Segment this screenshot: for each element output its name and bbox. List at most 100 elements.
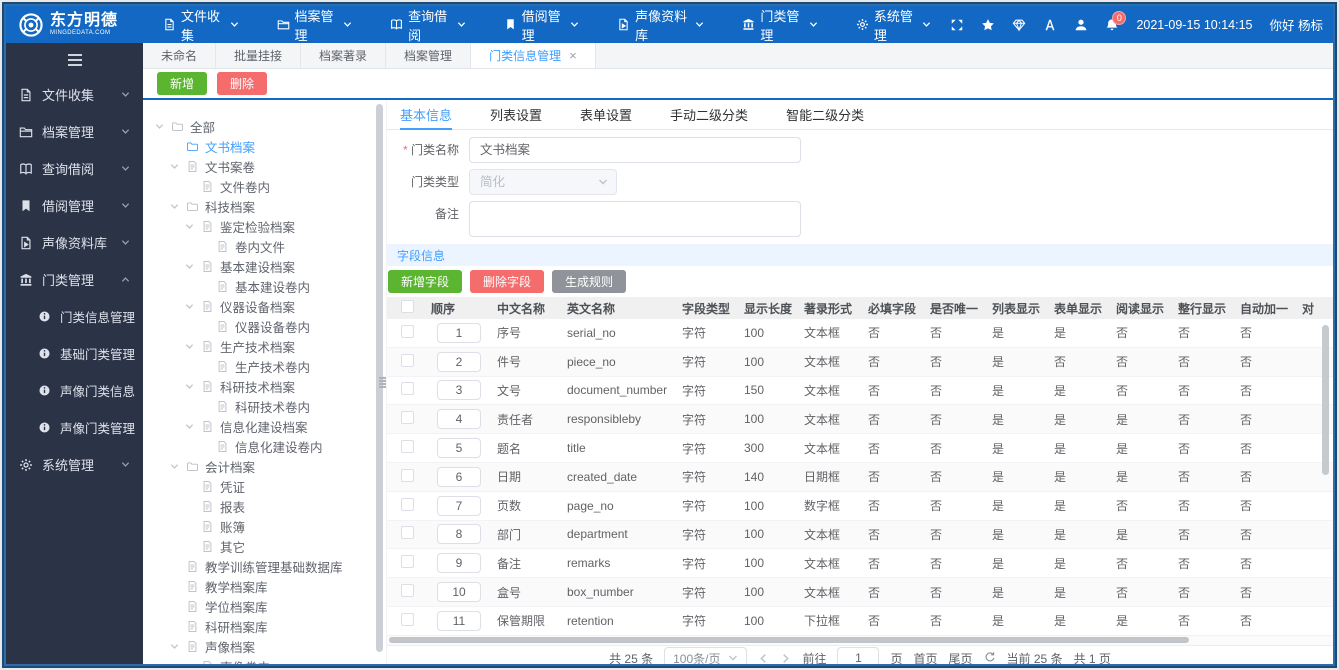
topbar-icon-button[interactable] bbox=[1043, 18, 1057, 32]
row-checkbox[interactable] bbox=[401, 612, 414, 626]
table-row-7[interactable]: 7 页数 page_no 字符 100 数字框 否 否 是 是 否 否 否 bbox=[387, 492, 1333, 521]
tree-node-26[interactable]: 科研档案库 bbox=[151, 616, 372, 636]
chevron-down-icon[interactable] bbox=[170, 162, 186, 171]
tree-node-1[interactable]: 全部 bbox=[151, 116, 372, 136]
workspace-tab-2[interactable]: 批量挂接 bbox=[216, 43, 302, 68]
sidebar-item-2[interactable]: 档案管理 bbox=[6, 113, 143, 150]
row-checkbox[interactable] bbox=[401, 411, 414, 425]
chevron-down-icon[interactable] bbox=[185, 342, 201, 351]
delete-button[interactable]: 删除 bbox=[217, 72, 268, 95]
topbar-icon-button[interactable] bbox=[1012, 18, 1026, 32]
order-input[interactable]: 7 bbox=[437, 495, 481, 516]
tree-node-20[interactable]: 报表 bbox=[151, 496, 372, 516]
table-row-4[interactable]: 4 责任者 responsibleby 字符 100 文本框 否 否 是 是 是 否 否 bbox=[387, 405, 1333, 435]
tree-node-17[interactable]: 信息化建设卷内 bbox=[151, 436, 372, 456]
order-input[interactable]: 11 bbox=[437, 610, 481, 631]
panel-tab-2[interactable]: 列表设置 bbox=[490, 100, 542, 129]
tree-node-3[interactable]: 文书案卷 bbox=[151, 156, 372, 176]
nav-menu-3[interactable]: 查询借阅 bbox=[371, 6, 485, 43]
splitter-grip[interactable]: ▬ ▬ ▬ ▬ bbox=[379, 374, 386, 390]
table-row-8[interactable]: 8 部门 department 字符 100 文本框 否 否 是 是 是 否 否 bbox=[387, 520, 1333, 550]
tree-node-2[interactable]: 文书档案 bbox=[151, 136, 372, 156]
sidebar-item-7[interactable]: 系统管理 bbox=[6, 446, 143, 483]
select-all-checkbox[interactable] bbox=[401, 300, 414, 313]
order-input[interactable]: 5 bbox=[437, 438, 481, 459]
order-input[interactable]: 1 bbox=[437, 322, 481, 343]
order-input[interactable]: 3 bbox=[437, 380, 481, 401]
topbar-icon-button[interactable] bbox=[981, 18, 995, 32]
row-checkbox[interactable] bbox=[401, 353, 414, 367]
table-vertical-scrollbar[interactable] bbox=[1322, 325, 1329, 475]
tree-node-8[interactable]: 基本建设档案 bbox=[151, 256, 372, 276]
sidebar-subitem-3[interactable]: 声像门类信息 bbox=[6, 372, 143, 409]
notifications-button[interactable]: 0 bbox=[1105, 10, 1127, 32]
row-checkbox[interactable] bbox=[401, 440, 414, 454]
chevron-down-icon[interactable] bbox=[170, 642, 186, 651]
tree-node-19[interactable]: 凭证 bbox=[151, 476, 372, 496]
nav-menu-7[interactable]: 系统管理 bbox=[837, 6, 951, 43]
refresh-button[interactable] bbox=[984, 651, 996, 664]
panel-tab-3[interactable]: 表单设置 bbox=[580, 100, 632, 129]
order-input[interactable]: 4 bbox=[437, 409, 481, 430]
row-checkbox[interactable] bbox=[401, 584, 414, 598]
tree-node-14[interactable]: 科研技术档案 bbox=[151, 376, 372, 396]
field-button-2[interactable]: 删除字段 bbox=[470, 270, 545, 293]
table-row-6[interactable]: 6 日期 created_date 字符 140 日期框 否 否 是 是 是 否 否 bbox=[387, 462, 1333, 492]
table-row-1[interactable]: 1 序号 serial_no 字符 100 文本框 否 否 是 是 否 否 否 bbox=[387, 319, 1333, 348]
tree-node-25[interactable]: 学位档案库 bbox=[151, 596, 372, 616]
table-row-2[interactable]: 2 件号 piece_no 字符 100 文本框 否 否 是 否 否 否 否 bbox=[387, 347, 1333, 377]
workspace-tab-4[interactable]: 档案管理 bbox=[386, 43, 472, 68]
order-input[interactable]: 10 bbox=[437, 582, 481, 603]
tree-node-27[interactable]: 声像档案 bbox=[151, 636, 372, 656]
tree-node-23[interactable]: 教学训练管理基础数据库 bbox=[151, 556, 372, 576]
order-input[interactable]: 2 bbox=[437, 351, 481, 372]
order-input[interactable]: 6 bbox=[437, 466, 481, 487]
workspace-tab-1[interactable]: 未命名 bbox=[143, 43, 217, 68]
table-row-3[interactable]: 3 文号 document_number 字符 150 文本框 否 否 是 是 否 否 否 bbox=[387, 377, 1333, 406]
topbar-icon-button[interactable] bbox=[1074, 18, 1088, 32]
tree-node-5[interactable]: 科技档案 bbox=[151, 196, 372, 216]
order-input[interactable]: 8 bbox=[437, 524, 481, 545]
order-input[interactable]: 9 bbox=[437, 553, 481, 574]
tree-node-24[interactable]: 教学档案库 bbox=[151, 576, 372, 596]
tree-node-6[interactable]: 鉴定检验档案 bbox=[151, 216, 372, 236]
chevron-down-icon[interactable] bbox=[185, 262, 201, 271]
add-button[interactable]: 新增 bbox=[157, 72, 208, 95]
row-checkbox[interactable] bbox=[401, 526, 414, 540]
table-row-9[interactable]: 9 备注 remarks 字符 100 文本框 否 否 是 是 否 否 否 bbox=[387, 549, 1333, 579]
tree-node-11[interactable]: 仪器设备卷内 bbox=[151, 316, 372, 336]
table-horizontal-scrollbar[interactable] bbox=[387, 635, 1333, 645]
tree-node-7[interactable]: 卷内文件 bbox=[151, 236, 372, 256]
nav-menu-4[interactable]: 借阅管理 bbox=[485, 6, 599, 43]
tree-node-22[interactable]: 其它 bbox=[151, 536, 372, 556]
panel-tab-1[interactable]: 基本信息 bbox=[400, 100, 453, 130]
sidebar-subitem-4[interactable]: 声像门类管理 bbox=[6, 409, 143, 446]
panel-tab-5[interactable]: 智能二级分类 bbox=[786, 100, 864, 129]
workspace-tab-5[interactable]: 门类信息管理 × bbox=[471, 43, 596, 68]
sidebar-item-1[interactable]: 文件收集 bbox=[6, 76, 143, 113]
chevron-down-icon[interactable] bbox=[170, 462, 186, 471]
page-size-select[interactable]: 100条/页 bbox=[664, 646, 748, 664]
sidebar-item-5[interactable]: 声像资料库 bbox=[6, 224, 143, 261]
nav-menu-2[interactable]: 档案管理 bbox=[258, 6, 372, 43]
chevron-down-icon[interactable] bbox=[185, 382, 201, 391]
prev-page-button[interactable] bbox=[758, 653, 769, 664]
tree-node-15[interactable]: 科研技术卷内 bbox=[151, 396, 372, 416]
workspace-tab-3[interactable]: 档案著录 bbox=[301, 43, 387, 68]
goto-page-input[interactable]: 1 bbox=[837, 646, 880, 664]
nav-menu-1[interactable]: 文件收集 bbox=[144, 6, 258, 43]
collapse-sidebar-button[interactable] bbox=[6, 43, 143, 76]
first-page-link[interactable]: 首页 bbox=[914, 650, 938, 664]
name-field[interactable]: 文书档案 bbox=[469, 137, 801, 163]
chevron-down-icon[interactable] bbox=[185, 222, 201, 231]
row-checkbox[interactable] bbox=[401, 468, 414, 482]
panel-tab-4[interactable]: 手动二级分类 bbox=[670, 100, 748, 129]
chevron-down-icon[interactable] bbox=[155, 122, 171, 131]
tree-node-9[interactable]: 基本建设卷内 bbox=[151, 276, 372, 296]
last-page-link[interactable]: 尾页 bbox=[949, 650, 973, 664]
row-checkbox[interactable] bbox=[401, 324, 414, 338]
row-checkbox[interactable] bbox=[401, 497, 414, 511]
chevron-down-icon[interactable] bbox=[170, 202, 186, 211]
nav-menu-5[interactable]: 声像资料库 bbox=[598, 6, 723, 43]
tree-node-28[interactable]: 声像卷内 bbox=[151, 656, 372, 664]
